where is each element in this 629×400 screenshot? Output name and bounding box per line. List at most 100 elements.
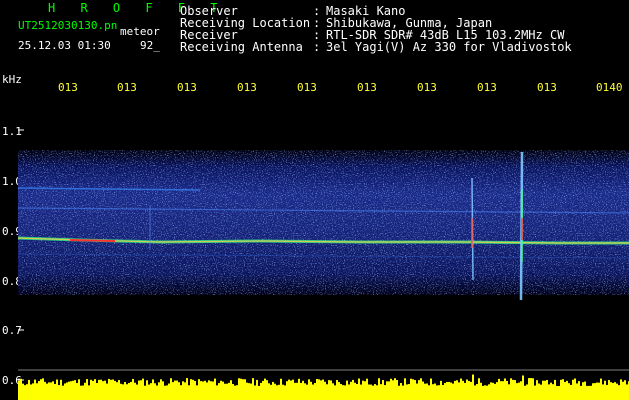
power-bar — [596, 382, 598, 400]
power-bar — [384, 385, 386, 400]
power-bar — [604, 380, 606, 400]
power-bar — [272, 381, 274, 400]
power-bar — [372, 385, 374, 400]
power-bar — [554, 379, 556, 400]
power-bar — [400, 382, 402, 400]
power-bar — [108, 378, 110, 400]
power-bar — [530, 378, 532, 400]
power-bar — [112, 379, 114, 400]
power-bar — [68, 381, 70, 400]
power-bar — [236, 385, 238, 400]
power-bar — [496, 382, 498, 400]
power-bar — [206, 382, 208, 400]
power-bar — [122, 384, 124, 400]
power-bar — [374, 384, 376, 400]
power-bar — [556, 385, 558, 400]
power-bar — [580, 385, 582, 400]
power-bar — [364, 381, 366, 400]
power-bar — [426, 383, 428, 400]
power-bar — [612, 382, 614, 400]
power-bar — [326, 384, 328, 400]
power-bar — [302, 380, 304, 400]
power-bar — [584, 381, 586, 400]
power-bar — [616, 383, 618, 400]
power-bar — [390, 378, 392, 400]
power-bar — [162, 381, 164, 400]
power-bar — [304, 383, 306, 400]
power-bar — [466, 379, 468, 400]
separator: : — [313, 40, 321, 54]
x-tick-label: 013 — [297, 81, 317, 94]
power-bar — [148, 384, 150, 400]
power-bar — [168, 383, 170, 400]
power-bar — [428, 385, 430, 400]
power-bar — [376, 385, 378, 400]
power-bar — [102, 381, 104, 400]
power-bar — [78, 379, 80, 400]
power-bar — [178, 382, 180, 400]
power-bar — [248, 383, 250, 400]
power-bar — [58, 385, 60, 400]
power-bar — [552, 384, 554, 400]
power-bar — [516, 383, 518, 400]
power-bar — [542, 380, 544, 400]
power-bar — [158, 382, 160, 400]
station-info-separators: : : : : — [313, 5, 320, 53]
power-bar — [546, 379, 548, 400]
power-bar — [578, 381, 580, 400]
power-bar — [350, 381, 352, 400]
power-bar — [382, 380, 384, 400]
power-bar — [264, 378, 266, 400]
power-bar — [416, 383, 418, 400]
power-bar — [276, 385, 278, 400]
power-bar — [508, 384, 510, 400]
power-bar — [358, 378, 360, 400]
power-bar — [268, 383, 270, 400]
power-bar — [144, 385, 146, 400]
power-bar — [154, 383, 156, 400]
power-bar — [558, 385, 560, 400]
power-bar — [540, 384, 542, 400]
power-bar — [586, 385, 588, 400]
power-bar — [490, 382, 492, 400]
power-bar — [568, 383, 570, 400]
power-bar — [608, 380, 610, 400]
power-bar — [226, 383, 228, 400]
power-bar — [338, 382, 340, 400]
power-bar — [476, 384, 478, 400]
power-bar — [38, 381, 40, 400]
power-bar — [504, 378, 506, 400]
power-bar — [440, 380, 442, 400]
power-bar — [438, 385, 440, 400]
power-bar — [132, 378, 134, 400]
power-bar — [380, 384, 382, 400]
power-bar — [482, 385, 484, 400]
power-bar — [146, 380, 148, 400]
power-bar — [366, 378, 368, 400]
power-bar — [216, 385, 218, 400]
power-bar — [524, 385, 526, 400]
power-bar — [252, 378, 254, 400]
power-bar — [418, 380, 420, 400]
power-bar — [180, 385, 182, 400]
power-bar — [480, 382, 482, 400]
power-bar — [194, 380, 196, 400]
power-bar — [308, 379, 310, 400]
power-level-strip — [18, 374, 629, 400]
power-bar — [588, 385, 590, 400]
power-bar — [342, 385, 344, 400]
power-bar — [518, 382, 520, 400]
power-bar — [170, 378, 172, 400]
power-bar — [94, 379, 96, 400]
power-bar — [62, 385, 64, 400]
power-bar — [538, 383, 540, 400]
power-bar — [346, 380, 348, 400]
power-bar — [560, 379, 562, 400]
power-bar — [174, 380, 176, 400]
power-bar — [52, 381, 54, 400]
noise-speckle — [18, 150, 629, 295]
power-bar — [196, 385, 198, 400]
power-bar — [442, 385, 444, 400]
power-bar — [218, 383, 220, 400]
power-bar — [460, 378, 462, 400]
